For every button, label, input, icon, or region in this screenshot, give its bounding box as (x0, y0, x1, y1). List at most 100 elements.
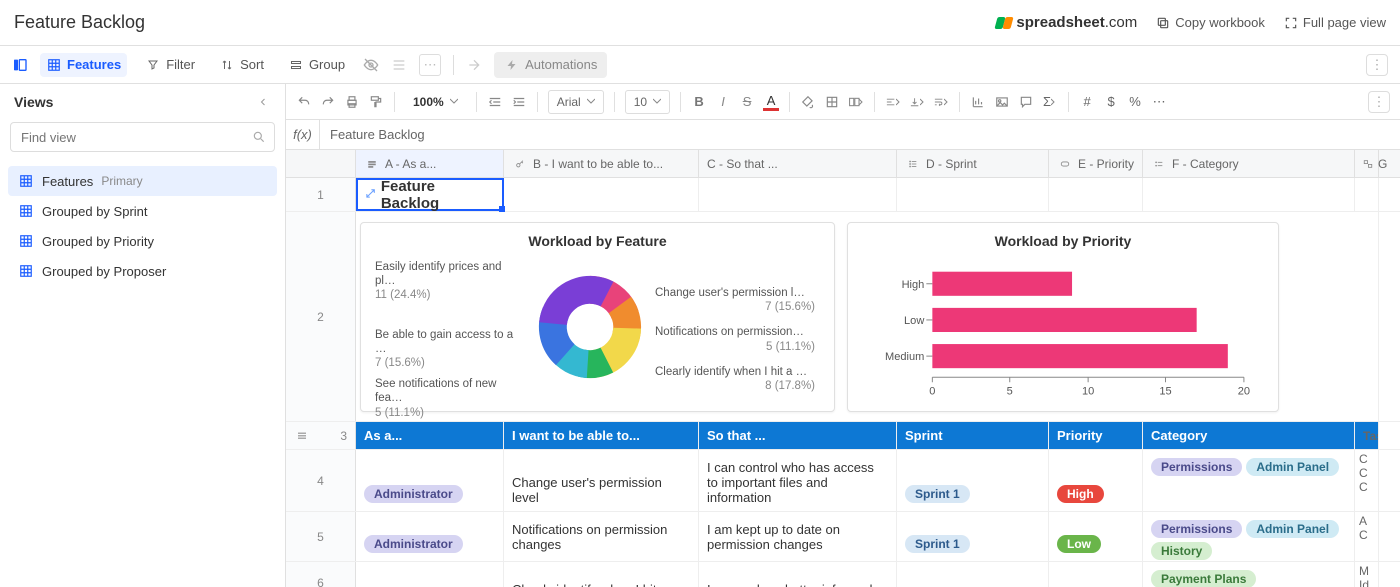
table-header[interactable]: So that ... (699, 422, 897, 449)
borders-icon[interactable] (824, 94, 840, 110)
toolbar-more-icon[interactable]: ⋮ (1366, 54, 1388, 76)
zoom-select[interactable]: 100% (405, 90, 466, 114)
redo-icon[interactable] (320, 94, 336, 110)
merge-cells-icon[interactable] (848, 94, 864, 110)
cell[interactable]: Sprint 1 (897, 512, 1049, 561)
row-number[interactable]: 6 (286, 562, 356, 587)
align-v-icon[interactable] (909, 94, 925, 110)
more-formatting-icon[interactable]: ⋯ (1151, 94, 1167, 110)
sort-button[interactable]: Sort (213, 53, 270, 77)
group-button[interactable]: Group (282, 53, 351, 77)
automations-button[interactable]: Automations (494, 52, 607, 78)
cell[interactable]: PermissionsAdmin Panel (1143, 450, 1355, 511)
collapse-sidebar-icon[interactable] (255, 94, 271, 110)
cell[interactable] (1143, 178, 1355, 211)
group-icon (288, 57, 304, 73)
cell[interactable]: Administrator (356, 450, 504, 511)
column-header-d[interactable]: D - Sprint (897, 150, 1049, 177)
table-header[interactable]: Priority (1049, 422, 1143, 449)
table-header[interactable]: Sprint (897, 422, 1049, 449)
cell[interactable]: Administrator (356, 512, 504, 561)
features-view-button[interactable]: Features (40, 53, 127, 77)
find-view-input[interactable] (10, 122, 275, 152)
column-header-g[interactable]: G (1355, 150, 1379, 177)
font-select[interactable]: Arial (548, 90, 604, 114)
column-header-f[interactable]: F - Category (1143, 150, 1355, 177)
cell[interactable] (1049, 178, 1143, 211)
indent-increase-icon[interactable] (511, 94, 527, 110)
cell[interactable]: Clearly identify when I hit a (504, 562, 699, 587)
row-height-icon[interactable] (391, 57, 407, 73)
cell[interactable] (504, 178, 699, 211)
strikethrough-icon[interactable]: S (739, 94, 755, 110)
action-icon[interactable] (466, 57, 482, 73)
fx-value[interactable]: Feature Backlog (320, 127, 1400, 142)
cell[interactable]: Payment Plans (1143, 562, 1355, 587)
panel-toggle-icon[interactable] (12, 57, 28, 73)
expand-icon[interactable]: ⤢ (366, 188, 375, 201)
cell[interactable] (1355, 178, 1379, 211)
hash-icon[interactable]: # (1079, 94, 1095, 110)
column-header-a[interactable]: A - As a... (356, 150, 504, 177)
copy-workbook-button[interactable]: Copy workbook (1155, 15, 1265, 31)
table-header[interactable]: Category (1143, 422, 1355, 449)
cell[interactable]: I am kept up to date on permission chang… (699, 512, 897, 561)
cell[interactable]: CCC (1355, 450, 1379, 511)
italic-icon[interactable]: I (715, 94, 731, 110)
hide-icon[interactable] (363, 57, 379, 73)
bold-icon[interactable]: B (691, 94, 707, 110)
cell[interactable] (356, 562, 504, 587)
row-number[interactable]: 2 (286, 212, 356, 421)
row-number[interactable]: 4 (286, 450, 356, 511)
full-page-view-button[interactable]: Full page view (1283, 15, 1386, 31)
brand-logo[interactable]: spreadsheet.com (996, 14, 1137, 31)
table-header[interactable]: I want to be able to... (504, 422, 699, 449)
cell[interactable]: AC (1355, 512, 1379, 561)
row-number[interactable]: 3 (286, 422, 356, 449)
cell[interactable]: Notifications on permission changes (504, 512, 699, 561)
font-size-select[interactable]: 10 (625, 90, 670, 114)
table-header[interactable]: As a... (356, 422, 504, 449)
undo-icon[interactable] (296, 94, 312, 110)
cell[interactable]: Sprint 1 (897, 450, 1049, 511)
sidebar-item-grouped-priority[interactable]: Grouped by Priority (8, 226, 277, 256)
cell[interactable]: MId (1355, 562, 1379, 587)
text-color-icon[interactable]: A (763, 93, 779, 111)
paint-format-icon[interactable] (368, 94, 384, 110)
print-icon[interactable] (344, 94, 360, 110)
cell[interactable] (699, 178, 897, 211)
sigma-icon[interactable]: Σ (1042, 94, 1058, 110)
cell[interactable] (897, 178, 1049, 211)
cell[interactable]: PermissionsAdmin PanelHistory (1143, 512, 1355, 561)
sidebar-item-features[interactable]: Features Primary (8, 166, 277, 196)
table-header[interactable]: Tas (1355, 422, 1379, 449)
column-header-b[interactable]: B - I want to be able to... (504, 150, 699, 177)
indent-decrease-icon[interactable] (487, 94, 503, 110)
cell[interactable]: I can control who has access to importan… (699, 450, 897, 511)
row-number[interactable]: 1 (286, 178, 356, 211)
cell[interactable]: I can make a better informed (699, 562, 897, 587)
align-h-icon[interactable] (885, 94, 901, 110)
filter-button[interactable]: Filter (139, 53, 201, 77)
cell[interactable]: Change user's permission level (504, 450, 699, 511)
image-icon[interactable] (994, 94, 1010, 110)
row-number[interactable]: 5 (286, 512, 356, 561)
sidebar-item-grouped-sprint[interactable]: Grouped by Sprint (8, 196, 277, 226)
cell-a1[interactable]: ⤢ Feature Backlog (356, 178, 504, 211)
cell[interactable]: High (1049, 450, 1143, 511)
column-header-e[interactable]: E - Priority (1049, 150, 1143, 177)
cell[interactable]: Low (1049, 512, 1143, 561)
currency-icon[interactable]: $ (1103, 94, 1119, 110)
column-header-c[interactable]: C - So that ... (699, 150, 897, 177)
more-options-icon[interactable]: ⋯ (419, 54, 441, 76)
percent-icon[interactable]: % (1127, 94, 1143, 110)
cell-charts[interactable]: Workload by Feature Easily identify pric… (356, 212, 1379, 421)
wrap-icon[interactable] (933, 94, 949, 110)
fill-color-icon[interactable] (800, 94, 816, 110)
chart-icon[interactable] (970, 94, 986, 110)
sidebar-item-grouped-proposer[interactable]: Grouped by Proposer (8, 256, 277, 286)
cell[interactable] (1049, 562, 1143, 587)
cell[interactable] (897, 562, 1049, 587)
fmtbar-more-icon[interactable]: ⋮ (1368, 91, 1390, 113)
comment-icon[interactable] (1018, 94, 1034, 110)
